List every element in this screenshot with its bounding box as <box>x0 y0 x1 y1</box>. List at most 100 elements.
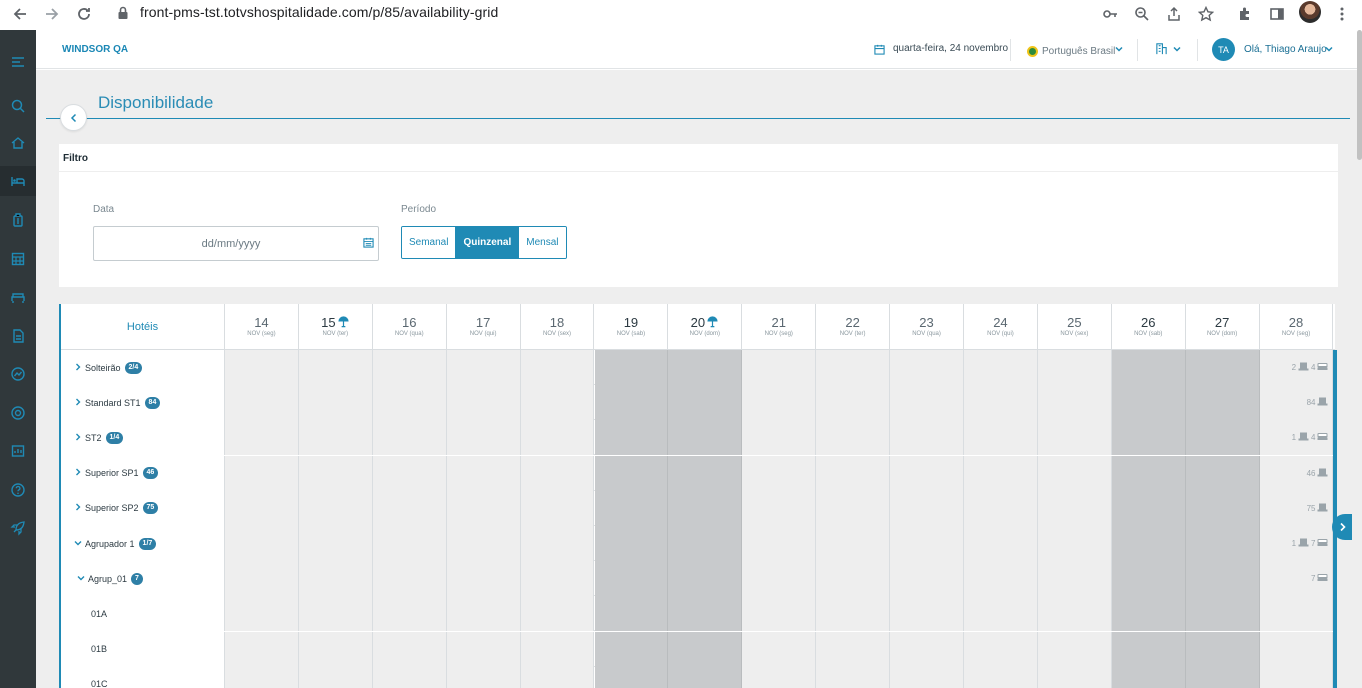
availability-cell[interactable] <box>1037 420 1112 456</box>
availability-cell[interactable] <box>372 455 447 491</box>
availability-cell[interactable] <box>964 350 1038 385</box>
availability-cell[interactable] <box>225 385 299 421</box>
calculator-icon[interactable] <box>0 244 36 274</box>
availability-cell[interactable] <box>446 350 521 385</box>
extensions-icon[interactable] <box>1234 3 1256 25</box>
availability-cell[interactable] <box>298 526 373 561</box>
availability-cell[interactable] <box>1111 596 1186 632</box>
availability-cell[interactable] <box>890 490 964 526</box>
availability-cell[interactable] <box>890 596 964 632</box>
availability-cell[interactable] <box>594 631 669 667</box>
availability-cell[interactable] <box>1259 631 1334 667</box>
help-icon[interactable] <box>0 475 36 505</box>
availability-cell[interactable] <box>225 631 299 667</box>
availability-cell[interactable] <box>594 455 669 491</box>
availability-cell[interactable] <box>372 490 447 526</box>
availability-cell[interactable] <box>890 385 964 421</box>
availability-cell[interactable] <box>446 385 521 421</box>
availability-cell[interactable] <box>225 596 299 632</box>
room-type-label[interactable]: Agrupador 1 1/7 <box>61 526 225 561</box>
availability-cell[interactable] <box>298 631 373 667</box>
chevron-right-icon[interactable] <box>74 433 82 443</box>
availability-cell[interactable] <box>594 666 669 688</box>
availability-cell[interactable] <box>964 526 1038 561</box>
availability-cell[interactable] <box>964 561 1038 597</box>
availability-cell[interactable] <box>520 490 595 526</box>
chevron-right-icon[interactable] <box>74 363 82 373</box>
availability-cell[interactable] <box>225 526 299 561</box>
availability-cell[interactable] <box>964 420 1038 456</box>
availability-cell[interactable] <box>1111 631 1186 667</box>
availability-cell[interactable] <box>816 420 891 456</box>
zoom-out-icon[interactable] <box>1131 3 1153 25</box>
chevron-right-icon[interactable] <box>74 503 82 513</box>
availability-cell[interactable] <box>890 455 964 491</box>
availability-cell[interactable] <box>1037 631 1112 667</box>
availability-cell[interactable] <box>520 350 595 385</box>
reload-icon[interactable] <box>72 3 96 25</box>
chevron-down-icon[interactable] <box>74 539 82 549</box>
availability-cell[interactable] <box>372 526 447 561</box>
availability-cell[interactable] <box>668 490 743 526</box>
availability-cell[interactable] <box>594 526 669 561</box>
availability-cell[interactable] <box>446 420 521 456</box>
availability-cell[interactable] <box>816 455 891 491</box>
document-icon[interactable] <box>0 321 36 351</box>
availability-cell[interactable] <box>446 561 521 597</box>
availability-cell[interactable] <box>298 385 373 421</box>
availability-cell[interactable] <box>1037 561 1112 597</box>
availability-cell[interactable] <box>1185 596 1260 632</box>
calendar-icon[interactable] <box>363 237 374 248</box>
availability-cell[interactable] <box>816 666 891 688</box>
availability-cell[interactable] <box>816 385 891 421</box>
availability-cell[interactable] <box>520 666 595 688</box>
availability-cell[interactable]: 7 <box>1259 561 1334 597</box>
availability-cell[interactable] <box>372 385 447 421</box>
availability-cell[interactable] <box>890 631 964 667</box>
availability-cell[interactable] <box>1111 385 1186 421</box>
availability-cell[interactable] <box>964 631 1038 667</box>
availability-cell[interactable] <box>890 561 964 597</box>
availability-cell[interactable] <box>1037 666 1112 688</box>
chevron-down-icon[interactable] <box>1172 44 1182 54</box>
expand-panel-button[interactable] <box>1332 514 1352 540</box>
home-icon[interactable] <box>0 128 36 158</box>
availability-cell[interactable] <box>594 596 669 632</box>
availability-cell[interactable] <box>964 666 1038 688</box>
user-avatar[interactable]: TA <box>1212 38 1235 61</box>
availability-cell[interactable] <box>964 455 1038 491</box>
availability-cell[interactable]: 24 <box>1259 350 1334 385</box>
availability-cell[interactable] <box>1037 455 1112 491</box>
back-arrow-icon[interactable] <box>8 3 32 25</box>
availability-cell[interactable] <box>446 596 521 632</box>
availability-cell[interactable] <box>298 420 373 456</box>
availability-cell[interactable] <box>742 490 817 526</box>
at-sign-icon[interactable] <box>0 398 36 428</box>
room-type-label[interactable]: Superior SP2 75 <box>61 490 225 526</box>
availability-cell[interactable] <box>446 526 521 561</box>
availability-cell[interactable]: 46 <box>1259 455 1334 491</box>
availability-cell[interactable] <box>1185 385 1260 421</box>
room-type-label[interactable]: Superior SP1 46 <box>61 455 225 491</box>
menu-icon[interactable] <box>0 47 36 77</box>
availability-cell[interactable] <box>298 561 373 597</box>
availability-cell[interactable] <box>668 455 743 491</box>
availability-cell[interactable] <box>1185 666 1260 688</box>
luggage-icon[interactable] <box>0 205 36 235</box>
availability-cell[interactable] <box>1037 350 1112 385</box>
availability-cell[interactable] <box>446 490 521 526</box>
availability-cell[interactable] <box>816 350 891 385</box>
availability-cell[interactable] <box>520 561 595 597</box>
date-input[interactable] <box>93 226 379 261</box>
availability-cell[interactable] <box>594 350 669 385</box>
sofa-icon[interactable] <box>0 282 36 312</box>
availability-cell[interactable] <box>890 666 964 688</box>
availability-cell[interactable] <box>1185 631 1260 667</box>
availability-cell[interactable] <box>520 526 595 561</box>
availability-cell[interactable] <box>298 666 373 688</box>
availability-cell[interactable]: 75 <box>1259 490 1334 526</box>
address-bar[interactable]: front-pms-tst.totvshospitalidade.com/p/8… <box>140 4 498 20</box>
availability-cell[interactable] <box>446 455 521 491</box>
availability-cell[interactable] <box>742 561 817 597</box>
availability-cell[interactable] <box>225 455 299 491</box>
